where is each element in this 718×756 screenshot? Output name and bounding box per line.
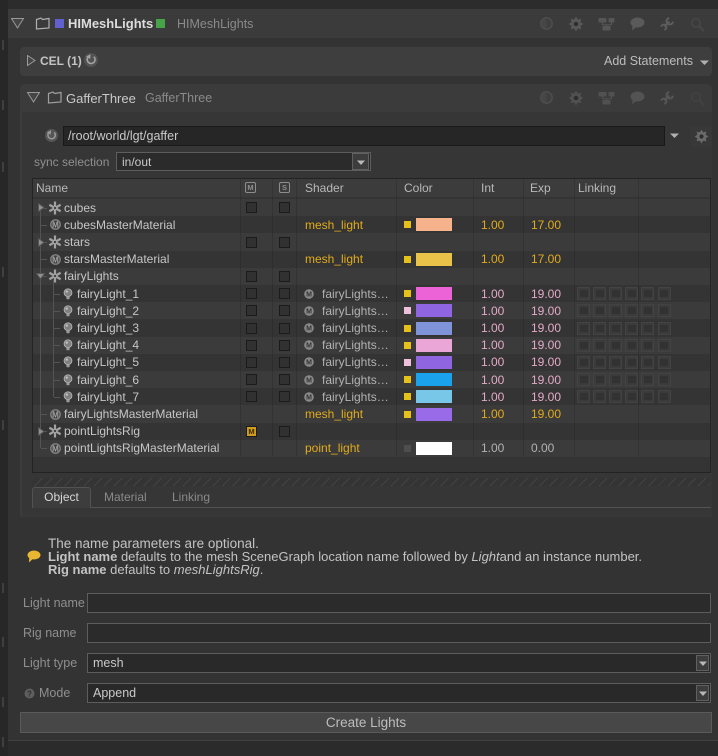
svg-text:M: M [306,343,312,350]
svg-text:M: M [306,291,312,298]
svg-text:M: M [52,255,59,264]
svg-text:M: M [306,326,312,333]
svg-text:S: S [282,183,287,192]
svg-text:M: M [306,377,312,384]
svg-text:M: M [306,394,312,401]
svg-text:?: ? [27,689,32,698]
svg-text:M: M [306,308,312,315]
svg-text:M: M [52,410,59,419]
svg-text:M: M [52,221,59,230]
svg-text:M: M [52,444,59,453]
svg-text:M: M [306,360,312,367]
svg-text:M: M [247,183,253,192]
